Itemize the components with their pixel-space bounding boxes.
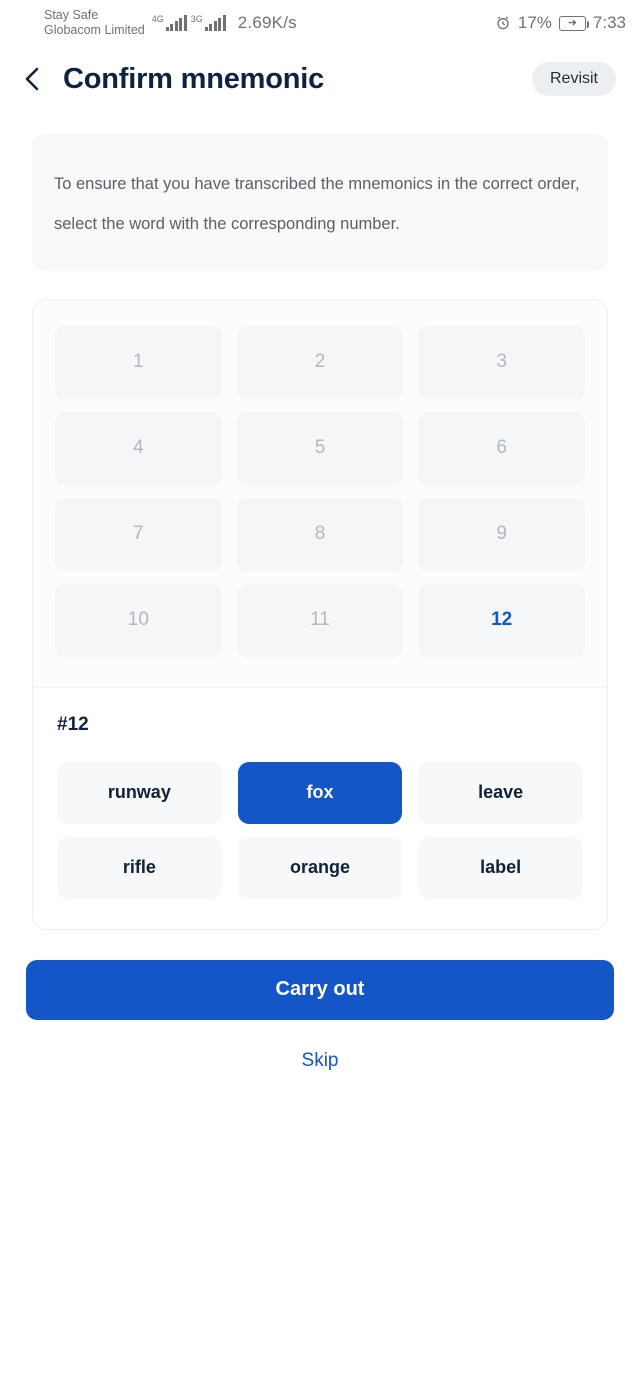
number-cell-2[interactable]: 2 <box>236 325 404 399</box>
word-option-label: rifle <box>122 857 156 878</box>
sim2-network-label: 3G <box>190 14 203 24</box>
clock-time-label: 7:33 <box>592 13 626 32</box>
network-speed-label: 2.69K/s <box>237 13 297 32</box>
word-option-orange[interactable]: orange <box>237 836 403 899</box>
number-cell-label: 5 <box>314 437 326 459</box>
number-cell-8[interactable]: 8 <box>236 497 404 571</box>
word-option-label: runway <box>107 782 171 803</box>
number-cell-label: 11 <box>310 609 330 631</box>
number-cell-label: 12 <box>491 609 513 631</box>
word-option-leave[interactable]: leave <box>418 761 583 824</box>
number-grid: 1 2 3 4 5 6 7 8 9 10 11 12 <box>55 325 585 657</box>
skip-button[interactable]: Skip <box>26 1050 614 1072</box>
number-cell-label: 2 <box>314 351 326 373</box>
number-cell-label: 4 <box>133 437 144 459</box>
sim1-network-label: 4G <box>151 14 164 24</box>
signal-icons: 4G 3G <box>149 15 226 31</box>
revisit-button[interactable]: Revisit <box>531 62 616 96</box>
back-button[interactable] <box>14 61 50 97</box>
word-option-label: fox <box>306 782 334 803</box>
instructions-panel: To ensure that you have transcribed the … <box>32 134 608 271</box>
page-title: Confirm mnemonic <box>63 62 325 95</box>
number-cell-label: 10 <box>127 609 149 631</box>
word-option-fox[interactable]: fox <box>237 761 403 824</box>
number-cell-3[interactable]: 3 <box>418 325 585 399</box>
word-option-label: leave <box>478 782 524 803</box>
word-choice-section: #12 runway fox leave rifle orange label <box>33 687 607 929</box>
carry-out-button[interactable]: Carry out <box>26 959 614 1020</box>
number-cell-label: 3 <box>496 351 507 373</box>
carrier-line-1: Stay Safe <box>44 8 99 23</box>
word-option-label[interactable]: label <box>418 836 583 899</box>
number-cell-9[interactable]: 9 <box>418 497 585 571</box>
word-option-runway[interactable]: runway <box>57 761 222 824</box>
sim1-bars-icon <box>165 15 187 31</box>
app-header: Confirm mnemonic Revisit <box>0 46 640 112</box>
word-index-label: #12 <box>57 713 89 735</box>
number-cell-label: 6 <box>496 437 507 459</box>
number-cell-10[interactable]: 10 <box>55 583 222 657</box>
number-cell-11[interactable]: 11 <box>236 583 404 657</box>
sim2-bars-icon <box>204 15 226 31</box>
number-cell-label: 7 <box>133 523 144 545</box>
status-bar-right: 17% ➜ 7:33 <box>495 13 626 33</box>
carrier-label: Stay Safe Globacom Limited <box>44 8 145 38</box>
number-cell-label: 9 <box>496 523 507 545</box>
chevron-left-icon <box>22 65 42 93</box>
instructions-text: To ensure that you have transcribed the … <box>54 175 580 234</box>
number-cell-5[interactable]: 5 <box>236 411 404 485</box>
word-option-label: label <box>480 857 522 878</box>
alarm-clock-icon <box>495 15 511 31</box>
battery-percent-label: 17% <box>517 13 552 32</box>
carrier-line-2: Globacom Limited <box>44 23 145 37</box>
number-grid-section: 1 2 3 4 5 6 7 8 9 10 11 12 <box>33 299 607 688</box>
word-option-label: orange <box>289 857 350 878</box>
action-area: Carry out Skip <box>26 959 614 1072</box>
mnemonic-confirm-card: 1 2 3 4 5 6 7 8 9 10 11 12 #12 runway fox leave rifle o… <box>32 298 608 930</box>
number-cell-label: 1 <box>133 351 144 373</box>
signal-bars-sim2-icon: 3G <box>191 15 226 31</box>
number-cell-label: 8 <box>314 523 326 545</box>
word-option-rifle[interactable]: rifle <box>57 836 222 899</box>
number-cell-1[interactable]: 1 <box>55 325 222 399</box>
signal-bars-sim1-icon: 4G <box>152 15 187 31</box>
number-cell-6[interactable]: 6 <box>418 411 585 485</box>
battery-charging-icon: ➜ <box>558 15 590 31</box>
number-cell-7[interactable]: 7 <box>55 497 222 571</box>
number-cell-4[interactable]: 4 <box>55 411 222 485</box>
word-options-grid: runway fox leave rifle orange label <box>57 761 583 899</box>
number-cell-12[interactable]: 12 <box>418 583 585 657</box>
status-bar: Stay Safe Globacom Limited 4G 3G 2.69K/s… <box>0 0 640 46</box>
